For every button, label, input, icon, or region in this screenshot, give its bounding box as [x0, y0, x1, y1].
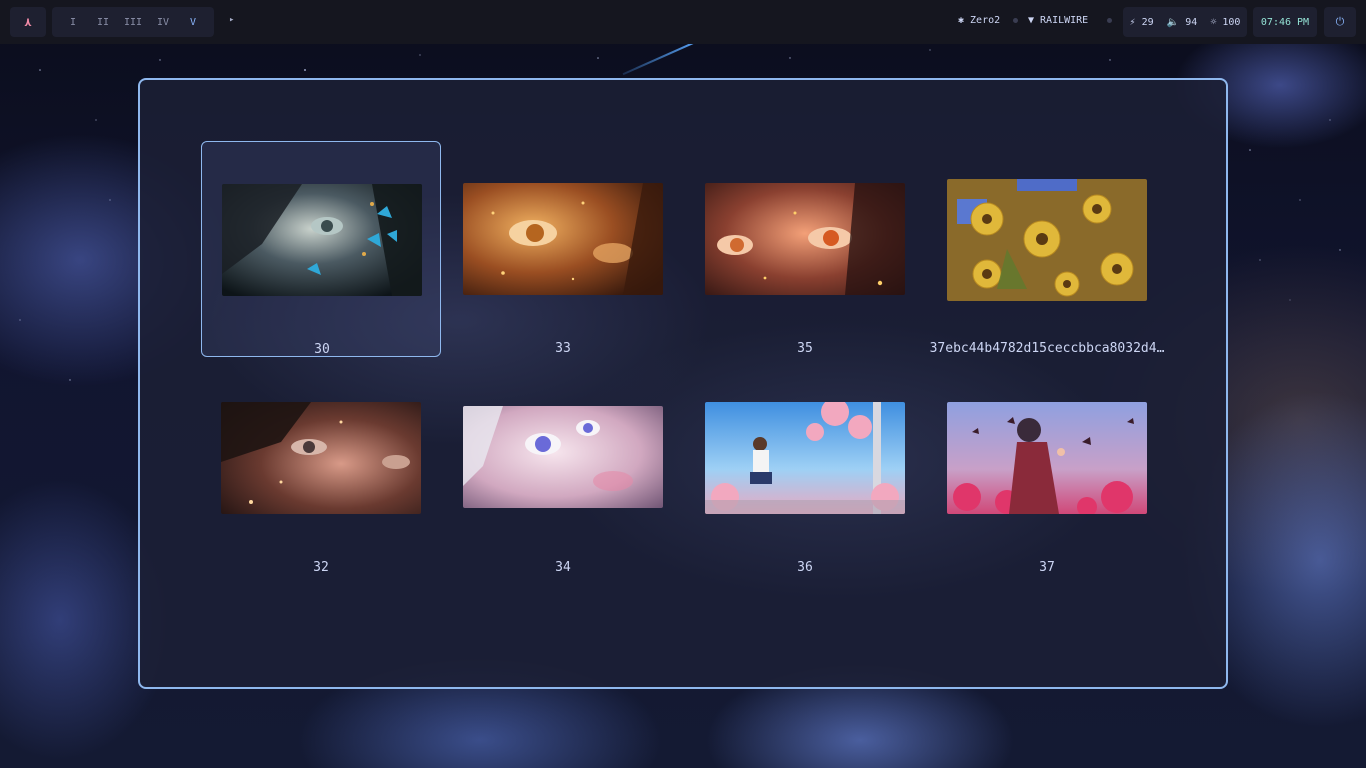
clock[interactable]: 07:46 PM	[1253, 7, 1317, 37]
workspace-2[interactable]: II	[88, 17, 118, 28]
workspace-5[interactable]: V	[178, 17, 208, 28]
separator-dot	[1013, 18, 1018, 23]
wallpaper-label: 30	[314, 342, 330, 357]
wallpaper-tile[interactable]: 32	[201, 360, 441, 576]
top-bar: ⋏ I II III IV V ▸ ✱ Zero2 ▼ RAILWIRE ⚡ 2…	[0, 0, 1366, 44]
wallpaper-label: 36	[797, 560, 813, 575]
wallpaper-label: 37ebc44b4782d15ceccbbca8032d4…	[929, 341, 1165, 356]
power-icon: ⏻	[1335, 15, 1345, 28]
wallpaper-label: 34	[555, 560, 571, 575]
system-stats: ⚡ 29 🔈 94 ☼ 100	[1123, 7, 1247, 37]
wallpaper-label: 37	[1039, 560, 1055, 575]
wallpaper-tile[interactable]: 33	[443, 141, 683, 357]
wallpaper-label: 33	[555, 341, 571, 356]
battery-indicator[interactable]: ⚡ 29	[1130, 17, 1154, 28]
launcher-button[interactable]: ⋏	[10, 7, 46, 37]
wallpaper-label: 35	[797, 341, 813, 356]
workspace-1[interactable]: I	[58, 17, 88, 28]
arch-logo-icon: ⋏	[24, 15, 32, 29]
separator-dot	[1107, 18, 1112, 23]
wallpaper-thumbnail	[705, 402, 905, 514]
wallpaper-thumbnail	[947, 402, 1147, 514]
wallpaper-thumbnail	[463, 183, 663, 295]
clock-time: 07:46 PM	[1260, 16, 1310, 28]
shooting-star	[622, 38, 702, 76]
network-status[interactable]: ▼ RAILWIRE	[1028, 15, 1088, 26]
tray-expand-arrow-icon[interactable]: ▸	[229, 15, 234, 25]
wallpaper-tile[interactable]: 37ebc44b4782d15ceccbbca8032d4…	[927, 141, 1167, 357]
workspace-4[interactable]: IV	[148, 17, 178, 28]
wallpaper-tile[interactable]: 36	[685, 360, 925, 576]
workspace-3[interactable]: III	[118, 17, 148, 28]
wallpaper-thumbnail	[705, 183, 905, 295]
workspace-switcher: I II III IV V	[52, 7, 214, 37]
wallpaper-tile[interactable]: 37	[927, 360, 1167, 576]
wallpaper-thumbnail	[222, 184, 422, 296]
wallpaper-thumbnail	[221, 402, 421, 514]
wallpaper-label: 32	[313, 560, 329, 575]
volume-indicator[interactable]: 🔈 94	[1167, 17, 1198, 28]
wallpaper-tile[interactable]: 34	[443, 360, 683, 576]
power-button[interactable]: ⏻	[1324, 7, 1356, 37]
bluetooth-status[interactable]: ✱ Zero2	[958, 15, 1000, 26]
brightness-indicator[interactable]: ☼ 100	[1210, 17, 1240, 28]
wallpaper-thumbnail	[463, 406, 663, 508]
wallpaper-tile[interactable]: 35	[685, 141, 925, 357]
wallpaper-picker: 30 33 35 37ebc44b4782d15ceccbbca8032d4… …	[138, 78, 1228, 689]
wallpaper-thumbnail	[947, 179, 1147, 301]
wallpaper-tile[interactable]: 30	[201, 141, 441, 357]
